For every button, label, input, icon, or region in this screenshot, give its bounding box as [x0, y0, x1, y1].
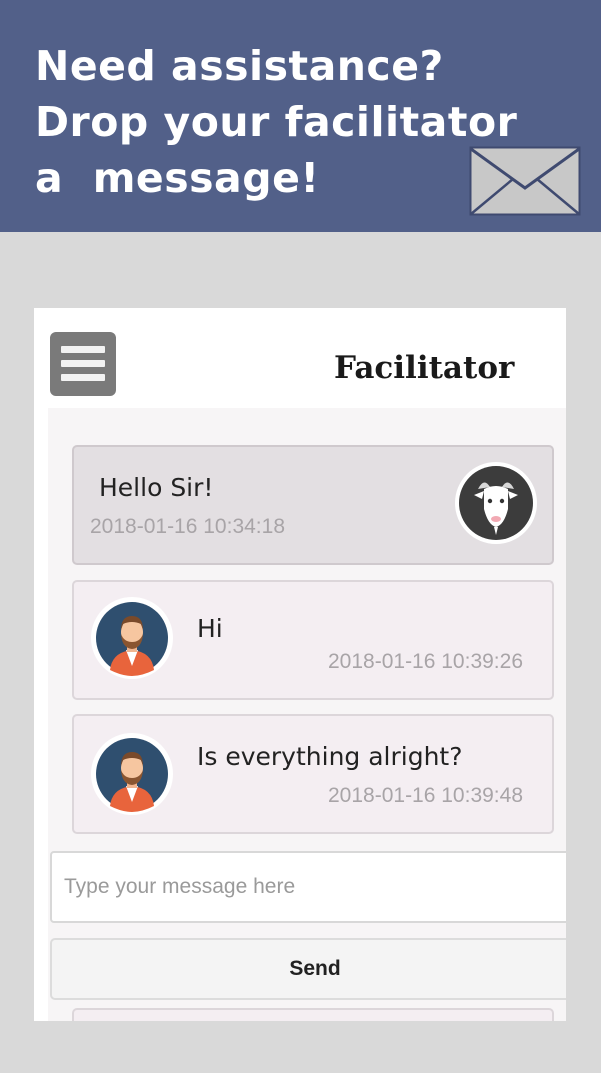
- app-header: Facilitator: [34, 308, 566, 408]
- message-timestamp: 2018-01-16 10:39:26: [328, 650, 523, 673]
- envelope-icon: [469, 146, 581, 216]
- page-title: Facilitator: [334, 350, 515, 386]
- message-text: Hello Sir!: [99, 473, 214, 502]
- send-button[interactable]: Send: [50, 938, 566, 1000]
- message-item: Hi 2018-01-16 10:39:26: [72, 580, 554, 700]
- goat-avatar-icon: [455, 462, 537, 544]
- message-item: Hello Sir! 2018-01-16 10:34:18: [72, 445, 554, 565]
- next-message-edge: [72, 1008, 554, 1021]
- banner-heading: Need assistance? Drop your facilitator a…: [35, 38, 517, 206]
- banner-line-3: a message!: [35, 154, 320, 202]
- left-rail: [34, 408, 48, 1021]
- bearded-man-avatar-icon: [91, 597, 173, 679]
- message-item: Is everything alright? 2018-01-16 10:39:…: [72, 714, 554, 834]
- bearded-man-avatar-icon: [91, 733, 173, 815]
- banner-line-2: Drop your facilitator: [35, 98, 518, 146]
- hamburger-menu-icon[interactable]: [50, 332, 116, 396]
- header-banner: Need assistance? Drop your facilitator a…: [0, 0, 601, 232]
- message-text: Hi: [197, 614, 223, 643]
- chat-screen: Facilitator Hello Sir! 2018-01-16 10:34:…: [34, 308, 566, 1021]
- message-timestamp: 2018-01-16 10:39:48: [328, 784, 523, 807]
- banner-line-1: Need assistance?: [35, 42, 444, 90]
- message-timestamp: 2018-01-16 10:34:18: [90, 515, 285, 538]
- message-input[interactable]: [50, 851, 566, 923]
- message-text: Is everything alright?: [197, 742, 463, 771]
